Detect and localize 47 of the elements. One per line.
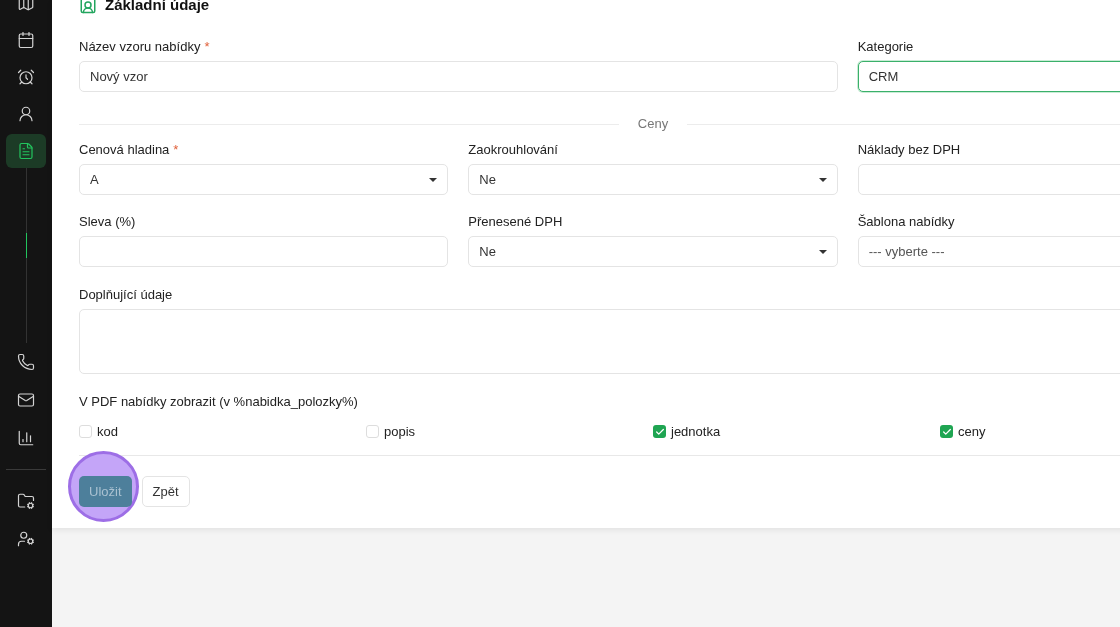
field-label: Šablona nabídky [857,214,956,229]
id-card-icon [79,0,97,14]
checkbox-label: kod [97,422,118,441]
checkbox-label: popis [384,422,416,441]
sidebar-item[interactable] [6,134,46,168]
calendar-icon [17,31,35,49]
caret-icon [429,177,438,182]
caret-icon [818,249,827,254]
required-mark: * [204,39,210,54]
field-label: Přenesené DPH [468,214,564,229]
divider-label: Ceny [636,115,670,134]
checkbox-label: ceny [958,422,986,441]
alarm-icon [17,68,35,86]
user-settings-icon [17,530,35,548]
field-label: Název vzoru nabídky * [79,39,211,54]
field-label: Zaokrouhlování [468,142,559,157]
field-label: Sleva (%) [79,214,137,229]
back-button[interactable]: Zpět [141,476,190,507]
input-field[interactable]: CRM [857,61,1120,92]
input-field[interactable] [857,164,1120,195]
document-icon [17,142,35,160]
check-icon [654,426,665,437]
textarea-field[interactable] [79,309,1120,374]
field-label: Kategorie [857,39,915,54]
field-label: Cenová hladina * [79,142,180,157]
required-mark: * [173,142,179,157]
checkbox-label: jednotka [671,422,721,441]
checkbox-group-label: V PDF nabídky zobrazit (v %nabidka_polozky%) [79,394,359,409]
select-field[interactable]: Ne [468,164,838,195]
checkbox[interactable] [940,425,953,438]
bar-chart-icon [17,429,35,447]
phone-icon [17,353,35,371]
checkbox[interactable] [366,425,379,438]
mail-icon [17,391,35,409]
checkbox[interactable] [653,425,666,438]
folder-settings-icon [17,492,35,510]
checkbox[interactable] [79,425,92,438]
field-label: Doplňující údaje [79,287,174,302]
select-field[interactable]: Ne [468,236,838,267]
input-field[interactable] [79,236,449,267]
input-field[interactable]: --- vyberte --- [857,236,1120,267]
input-field[interactable]: Nový vzor [79,61,838,92]
select-field[interactable]: A [79,164,449,195]
user-icon [17,105,35,123]
field-label: Náklady bez DPH [857,142,962,157]
check-icon [941,426,952,437]
caret-icon [818,177,827,182]
